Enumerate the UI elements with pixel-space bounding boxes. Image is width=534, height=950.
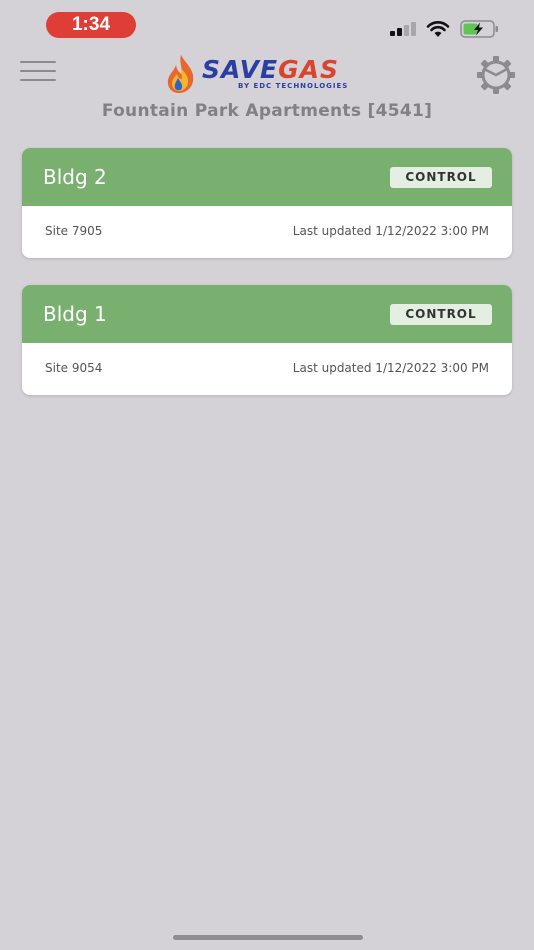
control-button[interactable]: CONTROL: [390, 167, 492, 188]
building-card-header: Bldg 2 CONTROL: [22, 148, 512, 206]
gear-icon[interactable]: [476, 55, 516, 95]
wifi-icon: [426, 21, 450, 37]
building-card[interactable]: Bldg 2 CONTROL Site 7905 Last updated 1/…: [22, 148, 512, 258]
logo-wordmark: SAVEGAS: [202, 56, 339, 84]
site-label: Site 9054: [45, 361, 103, 375]
cellular-signal-icon: [390, 22, 416, 36]
building-name: Bldg 2: [43, 165, 107, 189]
status-bar: 1:34: [0, 0, 534, 52]
last-updated-label: Last updated 1/12/2022 3:00 PM: [292, 224, 489, 238]
home-indicator[interactable]: [173, 935, 363, 940]
logo-tagline: BY EDC TECHNOLOGIES: [238, 82, 349, 90]
building-card[interactable]: Bldg 1 CONTROL Site 9054 Last updated 1/…: [22, 285, 512, 395]
status-time: 1:34: [46, 12, 136, 38]
flame-icon: [167, 55, 194, 93]
app-header: SAVEGAS BY EDC TECHNOLOGIES Fountain Par…: [0, 52, 534, 142]
savegas-logo: SAVEGAS BY EDC TECHNOLOGIES: [164, 54, 370, 94]
control-button[interactable]: CONTROL: [390, 304, 492, 325]
building-name: Bldg 1: [43, 302, 107, 326]
logo-save: SAVE: [202, 55, 279, 84]
building-card-header: Bldg 1 CONTROL: [22, 285, 512, 343]
building-card-body: Site 7905 Last updated 1/12/2022 3:00 PM: [22, 206, 512, 258]
battery-charging-icon: [460, 20, 498, 38]
hamburger-menu-icon[interactable]: [20, 61, 56, 83]
page-title: Fountain Park Apartments [4541]: [101, 101, 433, 121]
last-updated-label: Last updated 1/12/2022 3:00 PM: [292, 361, 489, 375]
building-card-body: Site 9054 Last updated 1/12/2022 3:00 PM: [22, 343, 512, 395]
logo-gas: GAS: [278, 55, 339, 84]
site-label: Site 7905: [45, 224, 103, 238]
